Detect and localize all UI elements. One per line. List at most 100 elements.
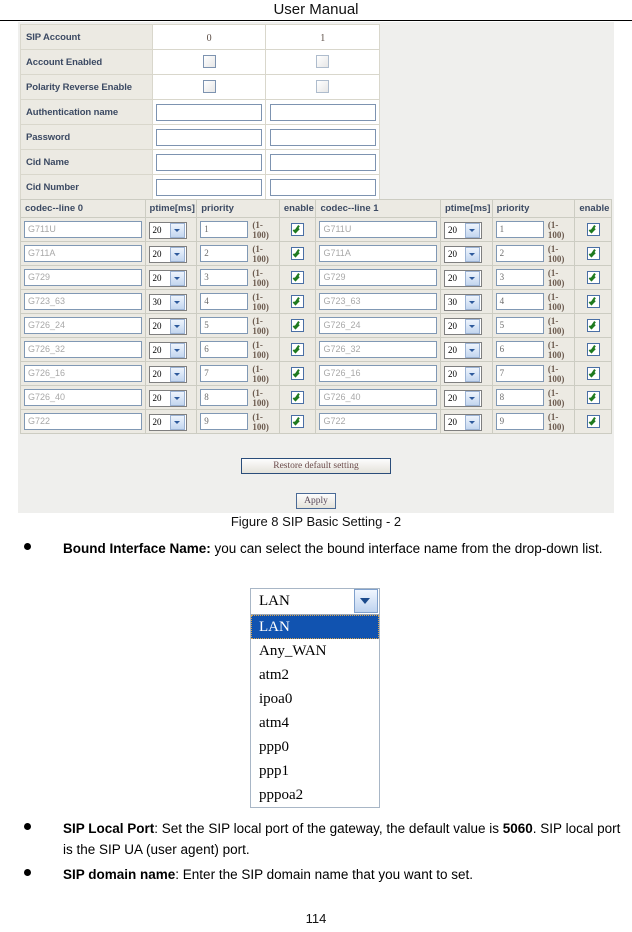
account-cell-0[interactable] bbox=[151, 174, 267, 200]
enable-cell[interactable] bbox=[574, 265, 612, 290]
priority-cell[interactable]: 4 (1-100) bbox=[196, 289, 280, 314]
chevron-down-icon[interactable] bbox=[464, 366, 480, 382]
chevron-down-icon[interactable] bbox=[169, 294, 185, 310]
checkbox-checked-icon[interactable] bbox=[586, 343, 600, 356]
ptime-cell[interactable]: 20 bbox=[144, 409, 198, 434]
priority-input[interactable]: 5 bbox=[200, 317, 249, 334]
checkbox-checked-icon[interactable] bbox=[291, 319, 305, 332]
priority-input[interactable]: 3 bbox=[495, 269, 544, 286]
enable-cell[interactable] bbox=[278, 265, 317, 290]
enable-cell[interactable] bbox=[278, 409, 317, 434]
checkbox-checked-icon[interactable] bbox=[291, 343, 305, 356]
priority-cell[interactable]: 8 (1-100) bbox=[491, 385, 576, 410]
priority-cell[interactable]: 8 (1-100) bbox=[196, 385, 280, 410]
account-cell-0[interactable] bbox=[151, 74, 267, 100]
priority-cell[interactable]: 1 (1-100) bbox=[196, 217, 280, 242]
ptime-select[interactable]: 20 bbox=[443, 389, 482, 407]
ptime-cell[interactable]: 20 bbox=[439, 361, 493, 386]
ptime-cell[interactable]: 20 bbox=[439, 241, 493, 266]
checkbox-checked-icon[interactable] bbox=[586, 319, 600, 332]
account-cell-0[interactable] bbox=[151, 99, 267, 125]
codec-name-cell[interactable]: G729 bbox=[20, 265, 146, 290]
chevron-down-icon[interactable] bbox=[464, 246, 480, 262]
codec-name-input[interactable]: G722 bbox=[24, 413, 142, 430]
dropdown-option-any_wan[interactable]: Any_WAN bbox=[251, 639, 379, 663]
enable-cell[interactable] bbox=[278, 241, 317, 266]
ptime-select[interactable]: 20 bbox=[443, 341, 482, 359]
priority-cell[interactable]: 9 (1-100) bbox=[491, 409, 576, 434]
priority-cell[interactable]: 5 (1-100) bbox=[491, 313, 576, 338]
checkbox-checked-icon[interactable] bbox=[586, 295, 600, 308]
codec-name-input[interactable]: G711A bbox=[24, 245, 142, 262]
chevron-down-icon[interactable] bbox=[464, 318, 480, 334]
enable-cell[interactable] bbox=[278, 289, 317, 314]
dropdown-option-pppoa2[interactable]: pppoa2 bbox=[251, 783, 379, 807]
ptime-select[interactable]: 20 bbox=[443, 365, 482, 383]
bound-interface-name-dropdown[interactable]: LAN LAN Any_WAN atm2 ipoa0 atm4 ppp0 ppp1 pppoa… bbox=[250, 588, 380, 808]
ptime-select[interactable]: 20 bbox=[443, 413, 482, 431]
chevron-down-icon[interactable] bbox=[169, 270, 185, 286]
checkbox-checked-icon[interactable] bbox=[586, 247, 600, 260]
priority-input[interactable]: 6 bbox=[495, 341, 544, 358]
ptime-select[interactable]: 30 bbox=[443, 293, 482, 311]
ptime-select[interactable]: 20 bbox=[443, 269, 482, 287]
checkbox-checked-icon[interactable] bbox=[586, 223, 600, 236]
codec-name-input[interactable]: G726_16 bbox=[319, 365, 437, 382]
priority-input[interactable]: 9 bbox=[495, 413, 544, 430]
codec-name-cell[interactable]: G711A bbox=[315, 241, 441, 266]
codec-name-input[interactable]: G711U bbox=[319, 221, 437, 238]
codec-name-input[interactable]: G726_40 bbox=[319, 389, 437, 406]
ptime-cell[interactable]: 20 bbox=[439, 217, 493, 242]
priority-input[interactable]: 4 bbox=[200, 293, 249, 310]
ptime-cell[interactable]: 20 bbox=[439, 385, 493, 410]
ptime-select[interactable]: 20 bbox=[148, 269, 187, 287]
priority-input[interactable]: 9 bbox=[200, 413, 249, 430]
checkbox-checked-icon[interactable] bbox=[291, 415, 305, 428]
checkbox-checked-icon[interactable] bbox=[291, 391, 305, 404]
chevron-down-icon[interactable] bbox=[169, 366, 185, 382]
account-cell-0[interactable] bbox=[151, 49, 267, 75]
priority-cell[interactable]: 6 (1-100) bbox=[491, 337, 576, 362]
codec-name-input[interactable]: G729 bbox=[24, 269, 142, 286]
checkbox-unchecked-icon[interactable] bbox=[202, 80, 216, 94]
account-cell-1[interactable] bbox=[265, 149, 380, 175]
priority-input[interactable]: 2 bbox=[495, 245, 544, 262]
priority-cell[interactable]: 4 (1-100) bbox=[491, 289, 576, 314]
enable-cell[interactable] bbox=[574, 409, 612, 434]
ptime-cell[interactable]: 20 bbox=[144, 361, 198, 386]
codec-name-cell[interactable]: G726_24 bbox=[20, 313, 146, 338]
codec-name-input[interactable]: G726_32 bbox=[24, 341, 142, 358]
ptime-select[interactable]: 20 bbox=[443, 317, 482, 335]
priority-input[interactable]: 3 bbox=[200, 269, 249, 286]
chevron-down-icon[interactable] bbox=[464, 390, 480, 406]
codec-name-cell[interactable]: G722 bbox=[20, 409, 146, 434]
dropdown-option-ppp1[interactable]: ppp1 bbox=[251, 759, 379, 783]
priority-cell[interactable]: 3 (1-100) bbox=[196, 265, 280, 290]
enable-cell[interactable] bbox=[574, 217, 612, 242]
priority-cell[interactable]: 2 (1-100) bbox=[196, 241, 280, 266]
ptime-cell[interactable]: 20 bbox=[144, 313, 198, 338]
text-input-field[interactable] bbox=[156, 128, 263, 146]
enable-cell[interactable] bbox=[278, 313, 317, 338]
priority-input[interactable]: 1 bbox=[200, 221, 249, 238]
priority-cell[interactable]: 5 (1-100) bbox=[196, 313, 280, 338]
codec-name-input[interactable]: G722 bbox=[319, 413, 437, 430]
checkbox-checked-icon[interactable] bbox=[586, 391, 600, 404]
codec-name-input[interactable]: G726_16 bbox=[24, 365, 142, 382]
priority-input[interactable]: 8 bbox=[200, 389, 249, 406]
chevron-down-icon[interactable] bbox=[169, 342, 185, 358]
dropdown-selected-row[interactable]: LAN bbox=[251, 589, 379, 614]
priority-cell[interactable]: 3 (1-100) bbox=[491, 265, 576, 290]
text-input-field[interactable] bbox=[269, 153, 376, 171]
codec-name-cell[interactable]: G726_16 bbox=[315, 361, 441, 386]
codec-name-cell[interactable]: G726_16 bbox=[20, 361, 146, 386]
text-input-field[interactable] bbox=[269, 103, 376, 121]
chevron-down-icon[interactable] bbox=[464, 414, 480, 430]
enable-cell[interactable] bbox=[278, 337, 317, 362]
chevron-down-icon[interactable] bbox=[169, 390, 185, 406]
enable-cell[interactable] bbox=[574, 337, 612, 362]
text-input-field[interactable] bbox=[269, 128, 376, 146]
chevron-down-icon[interactable] bbox=[169, 246, 185, 262]
codec-name-input[interactable]: G726_24 bbox=[319, 317, 437, 334]
checkbox-checked-icon[interactable] bbox=[586, 271, 600, 284]
